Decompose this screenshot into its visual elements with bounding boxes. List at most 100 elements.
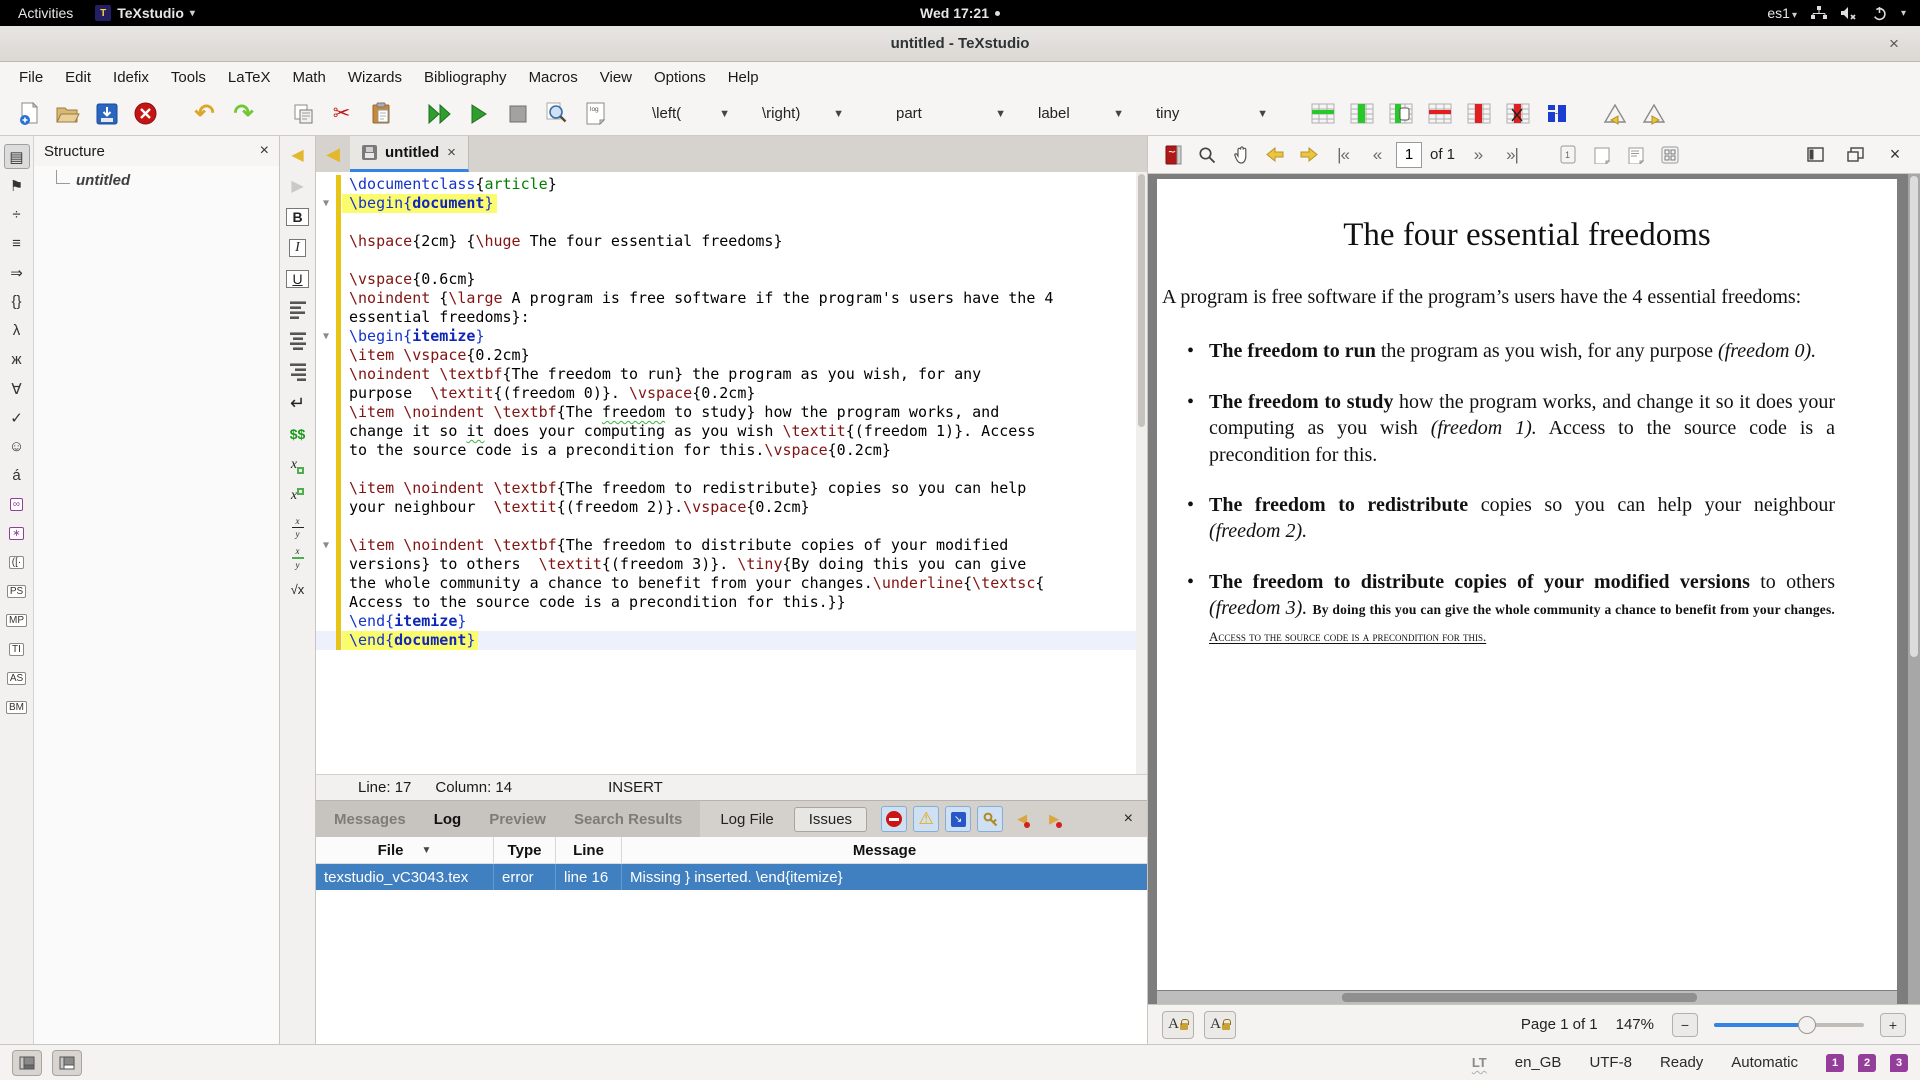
code-line[interactable]: Access to the source code is a precondit… [316, 593, 1147, 612]
continuous-mode-icon[interactable] [1587, 140, 1617, 170]
math-mode-icon[interactable]: $$ [284, 421, 312, 447]
structure-close-button[interactable]: × [260, 142, 269, 160]
tab-close-button[interactable]: × [447, 144, 456, 161]
toggle-bottom-panel-button[interactable] [52, 1049, 82, 1076]
code-line[interactable]: essential freedoms}: [316, 308, 1147, 327]
superscript-icon[interactable]: x [284, 483, 312, 509]
fold-marker-icon[interactable]: ▼ [316, 327, 336, 346]
log-tab-preview[interactable]: Preview [475, 811, 560, 828]
pdf-document-icon[interactable] [1158, 140, 1188, 170]
menu-item-idefix[interactable]: Idefix [102, 65, 160, 90]
copy-button[interactable] [284, 97, 321, 131]
operators-icon[interactable]: ∀ [4, 376, 30, 401]
close-file-button[interactable] [127, 97, 164, 131]
next-mark-button[interactable] [1636, 97, 1673, 131]
pdf-horizontal-scrollbar[interactable] [1157, 991, 1897, 1004]
editor-tab-untitled[interactable]: untitled × [350, 136, 469, 172]
code-line[interactable] [316, 251, 1147, 270]
menu-item-help[interactable]: Help [717, 65, 770, 90]
subscript-icon[interactable]: x [284, 452, 312, 478]
view-log-button[interactable]: log [577, 97, 614, 131]
toggle-side-panel-button[interactable] [12, 1049, 42, 1076]
code-line[interactable]: \item \noindent \textbf{The freedom to s… [316, 403, 1147, 422]
code-line[interactable]: \vspace{0.6cm} [316, 270, 1147, 289]
previous-mark-button[interactable] [1597, 97, 1634, 131]
code-line[interactable]: ▼ \begin{document} [316, 194, 1147, 213]
previous-document-icon[interactable]: ◀ [316, 136, 350, 172]
remove-table-column-button[interactable] [1460, 97, 1497, 131]
code-line[interactable] [316, 517, 1147, 536]
right-delimiter-combo[interactable]: \right) ▼ [752, 99, 852, 129]
underline-icon[interactable]: U [284, 266, 312, 292]
undo-button[interactable]: ↶ [186, 97, 223, 131]
italic-icon[interactable]: I [284, 235, 312, 261]
asymptote-icon[interactable]: AS [4, 666, 30, 691]
zoom-lock-button[interactable]: A [1162, 1010, 1194, 1039]
pstricks-icon[interactable]: PS [4, 579, 30, 604]
clock-button[interactable]: Wed 17:21 [920, 5, 1000, 21]
zoom-lock-alt-button[interactable]: A [1204, 1010, 1236, 1039]
cut-button[interactable]: ✂ [323, 97, 360, 131]
pdf-search-icon[interactable] [1192, 140, 1222, 170]
last-page-icon[interactable]: »| [1497, 140, 1527, 170]
page-number-input[interactable] [1396, 141, 1422, 168]
cyrillic-icon[interactable]: ж [4, 347, 30, 372]
pdf-back-icon[interactable] [1260, 140, 1290, 170]
bookmark-1-button[interactable]: 1 [1826, 1053, 1844, 1072]
code-line[interactable]: \end{document} [316, 631, 1147, 650]
code-line[interactable]: versions} to others \textit{(freedom 3)}… [316, 555, 1147, 574]
menu-item-latex[interactable]: LaTeX [217, 65, 282, 90]
code-line[interactable]: change it so it does your computing as y… [316, 422, 1147, 441]
slider-thumb[interactable] [1798, 1015, 1816, 1034]
infinity-symbols-icon[interactable]: ∞ [4, 492, 30, 517]
grid-mode-icon[interactable] [1655, 140, 1685, 170]
keyboard-layout-button[interactable]: es1 ▾ [1767, 5, 1797, 21]
code-line[interactable]: \item \noindent \textbf{The freedom to r… [316, 479, 1147, 498]
menu-item-edit[interactable]: Edit [54, 65, 102, 90]
dfrac-icon[interactable]: xy [284, 545, 312, 571]
reference-combo[interactable]: label ▼ [1028, 99, 1132, 129]
pdf-hscroll-handle[interactable] [1342, 993, 1698, 1002]
bookmark-3-button[interactable]: 3 [1890, 1053, 1908, 1072]
tikz-icon[interactable]: TI [4, 637, 30, 662]
log-table-row[interactable]: texstudio_vC3043.tex error line 16 Missing … [316, 864, 1147, 890]
code-line[interactable]: your neighbour \textit{(freedom 2)}.\vsp… [316, 498, 1147, 517]
new-file-button[interactable] [10, 97, 47, 131]
chevron-down-icon[interactable]: ▾ [1901, 8, 1906, 19]
fraction-icon[interactable]: xy [284, 514, 312, 540]
sqrt-icon[interactable]: √x [284, 576, 312, 602]
editor-scrollbar[interactable] [1136, 172, 1147, 774]
align-left-icon[interactable] [284, 297, 312, 323]
previous-page-icon[interactable]: « [1362, 140, 1392, 170]
font-size-combo[interactable]: tiny ▼ [1146, 99, 1276, 129]
find-button[interactable] [538, 97, 575, 131]
log-header-message[interactable]: Message [622, 837, 1147, 863]
menu-item-wizards[interactable]: Wizards [337, 65, 413, 90]
log-file-button[interactable]: Log File [708, 811, 785, 828]
redo-button[interactable]: ↷ [225, 97, 262, 131]
activities-button[interactable]: Activities [10, 3, 81, 23]
log-tab-messages[interactable]: Messages [320, 811, 420, 828]
open-file-button[interactable] [49, 97, 86, 131]
log-header-file[interactable]: File ▼ [316, 837, 494, 863]
arrows-icon[interactable]: ⇒ [4, 260, 30, 285]
misc-symbols-icon[interactable]: ☺ [4, 434, 30, 459]
pdf-vscroll-handle[interactable] [1910, 176, 1918, 658]
relations-icon[interactable]: ≡ [4, 231, 30, 256]
bookmarks-panel-icon[interactable]: ⚑ [4, 173, 30, 198]
pdf-forward-icon[interactable] [1294, 140, 1324, 170]
code-line[interactable]: \noindent \textbf{The freedom to run} th… [316, 365, 1147, 384]
log-tab-log[interactable]: Log [420, 811, 476, 828]
log-header-type[interactable]: Type [494, 837, 556, 863]
log-panel-close-button[interactable]: × [1124, 810, 1133, 828]
text-page-mode-icon[interactable] [1621, 140, 1651, 170]
structure-panel-icon[interactable]: ▤ [3, 144, 30, 169]
left-delimiter-combo[interactable]: \left(▼ [642, 99, 738, 129]
align-right-icon[interactable] [284, 359, 312, 385]
remove-table-row-button[interactable] [1421, 97, 1458, 131]
next-error-button[interactable]: ▶ [1041, 806, 1067, 832]
pan-hand-icon[interactable] [1226, 140, 1256, 170]
show-markers-toggle[interactable] [977, 806, 1004, 832]
code-line[interactable]: the whole community a chance to benefit … [316, 574, 1147, 593]
metapost-icon[interactable]: MP [4, 608, 30, 633]
